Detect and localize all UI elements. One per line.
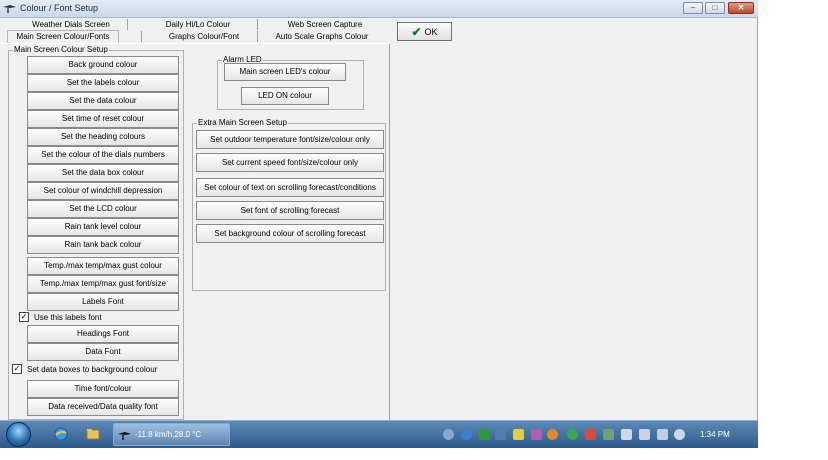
labels-colour-button[interactable]: Set the labels colour	[27, 74, 179, 92]
close-button[interactable]: ✕	[728, 2, 754, 14]
use-labels-font-checkbox[interactable]: ✓ Use this labels font	[19, 312, 102, 322]
data-colour-button[interactable]: Set the data colour	[27, 92, 179, 110]
rain-tank-level-colour-button[interactable]: Rain tank level colour	[27, 218, 179, 236]
notes-tray-icon[interactable]	[513, 429, 524, 440]
current-speed-font-button[interactable]: Set current speed font/size/colour only	[196, 153, 384, 172]
group-label-extra-main-screen: Extra Main Screen Setup	[197, 118, 288, 127]
clock[interactable]: 1:34 PM	[700, 430, 730, 439]
taskbar: -11.8 km/h,28.0 °C 1:34 PM	[0, 420, 758, 448]
dials-numbers-colour-button[interactable]: Set the colour of the dials numbers	[27, 146, 179, 164]
browser-tray-icon[interactable]	[461, 429, 472, 440]
app-tray-icon[interactable]	[495, 429, 506, 440]
lcd-colour-button[interactable]: Set the LCD colour	[27, 200, 179, 218]
colour-font-setup-window: Colour / Font Setup – □ ✕ Weather Dials …	[0, 0, 758, 420]
headings-font-button[interactable]: Headings Font	[27, 325, 179, 343]
weather-app-icon	[118, 431, 131, 440]
main-screen-led-colour-button[interactable]: Main screen LED's colour	[224, 63, 346, 81]
checkbox-checked-icon[interactable]: ✓	[12, 364, 22, 374]
window-title: Colour / Font Setup	[20, 3, 99, 13]
flag-icon[interactable]	[621, 429, 632, 440]
labels-font-button[interactable]: Labels Font	[27, 293, 179, 311]
temp-max-gust-font-size-button[interactable]: Temp./max temp/max gust font/size	[27, 275, 179, 293]
tab-auto-scale-graphs-colour[interactable]: Auto Scale Graphs Colour	[272, 31, 372, 43]
tab-strip: Weather Dials Screen Daily Hi/Lo Colour …	[0, 17, 390, 43]
task-button-label: -11.8 km/h,28.0 °C	[135, 430, 202, 439]
minimize-button[interactable]: –	[683, 2, 703, 14]
app-tray-icon[interactable]	[585, 429, 596, 440]
ok-button[interactable]: ✔ OK	[397, 22, 452, 41]
weather-app-task-button[interactable]: -11.8 km/h,28.0 °C	[113, 423, 230, 446]
empty-content-area	[391, 43, 757, 420]
maximize-button[interactable]: □	[705, 2, 725, 14]
rain-tank-back-colour-button[interactable]: Rain tank back colour	[27, 236, 179, 254]
volume-icon[interactable]	[674, 429, 685, 440]
tab-separator	[127, 19, 128, 30]
checkmark-icon: ✔	[411, 24, 422, 39]
time-of-reset-colour-button[interactable]: Set time of reset colour	[27, 110, 179, 128]
tab-separator	[257, 19, 258, 30]
heading-colours-button[interactable]: Set the heading colours	[27, 128, 179, 146]
tab-main-screen-colour-fonts[interactable]: Main Screen Colour/Fonts	[7, 30, 119, 43]
title-bar[interactable]: Colour / Font Setup – □ ✕	[0, 0, 758, 18]
app-tray-icon[interactable]	[547, 429, 558, 440]
group-label-main-screen: Main Screen Colour Setup	[13, 45, 109, 54]
windchill-depression-colour-button[interactable]: Set colour of windchill depression	[27, 182, 179, 200]
scrolling-forecast-background-colour-button[interactable]: Set background colour of scrolling forec…	[196, 224, 384, 243]
temp-max-gust-colour-button[interactable]: Temp./max temp/max gust colour	[27, 257, 179, 275]
scrolling-forecast-text-colour-button[interactable]: Set colour of text on scrolling forecast…	[196, 178, 384, 197]
use-labels-font-label: Use this labels font	[34, 312, 102, 322]
tab-graphs-colour-font[interactable]: Graphs Colour/Font	[158, 31, 250, 43]
signal-bars-icon[interactable]	[657, 429, 668, 440]
data-font-button[interactable]: Data Font	[27, 343, 179, 361]
green-app-tray-icon[interactable]	[479, 429, 490, 440]
app-tray-icon[interactable]	[603, 429, 614, 440]
app-icon	[3, 5, 16, 13]
led-on-colour-button[interactable]: LED ON colour	[241, 87, 329, 105]
tab-panel-main-screen: Main Screen Colour Setup Back ground col…	[0, 43, 390, 420]
app-tray-icon[interactable]	[531, 429, 542, 440]
tab-web-screen-capture[interactable]: Web Screen Capture	[283, 19, 367, 31]
data-boxes-background-checkbox[interactable]: ✓ Set data boxes to background colour	[12, 364, 157, 374]
tab-daily-hilo-colour[interactable]: Daily Hi/Lo Colour	[160, 19, 236, 31]
data-received-quality-font-button[interactable]: Data received/Data quality font	[27, 398, 179, 416]
start-button[interactable]	[6, 422, 31, 447]
network-globe-icon[interactable]	[443, 429, 454, 440]
tab-separator	[257, 31, 258, 42]
data-box-colour-button[interactable]: Set the data box colour	[27, 164, 179, 182]
folder-icon[interactable]	[85, 426, 101, 442]
tab-separator	[141, 31, 142, 42]
background-colour-button[interactable]: Back ground colour	[27, 56, 179, 74]
internet-explorer-icon[interactable]	[53, 426, 69, 442]
data-boxes-background-label: Set data boxes to background colour	[27, 364, 158, 374]
outdoor-temperature-font-button[interactable]: Set outdoor temperature font/size/colour…	[196, 130, 384, 149]
ok-button-label: OK	[424, 26, 438, 37]
time-font-colour-button[interactable]: Time font/colour	[27, 380, 179, 398]
device-icon[interactable]	[639, 429, 650, 440]
app-tray-icon[interactable]	[567, 429, 578, 440]
checkbox-checked-icon[interactable]: ✓	[19, 312, 29, 322]
scrolling-forecast-font-button[interactable]: Set font of scrolling forecast	[196, 201, 384, 220]
